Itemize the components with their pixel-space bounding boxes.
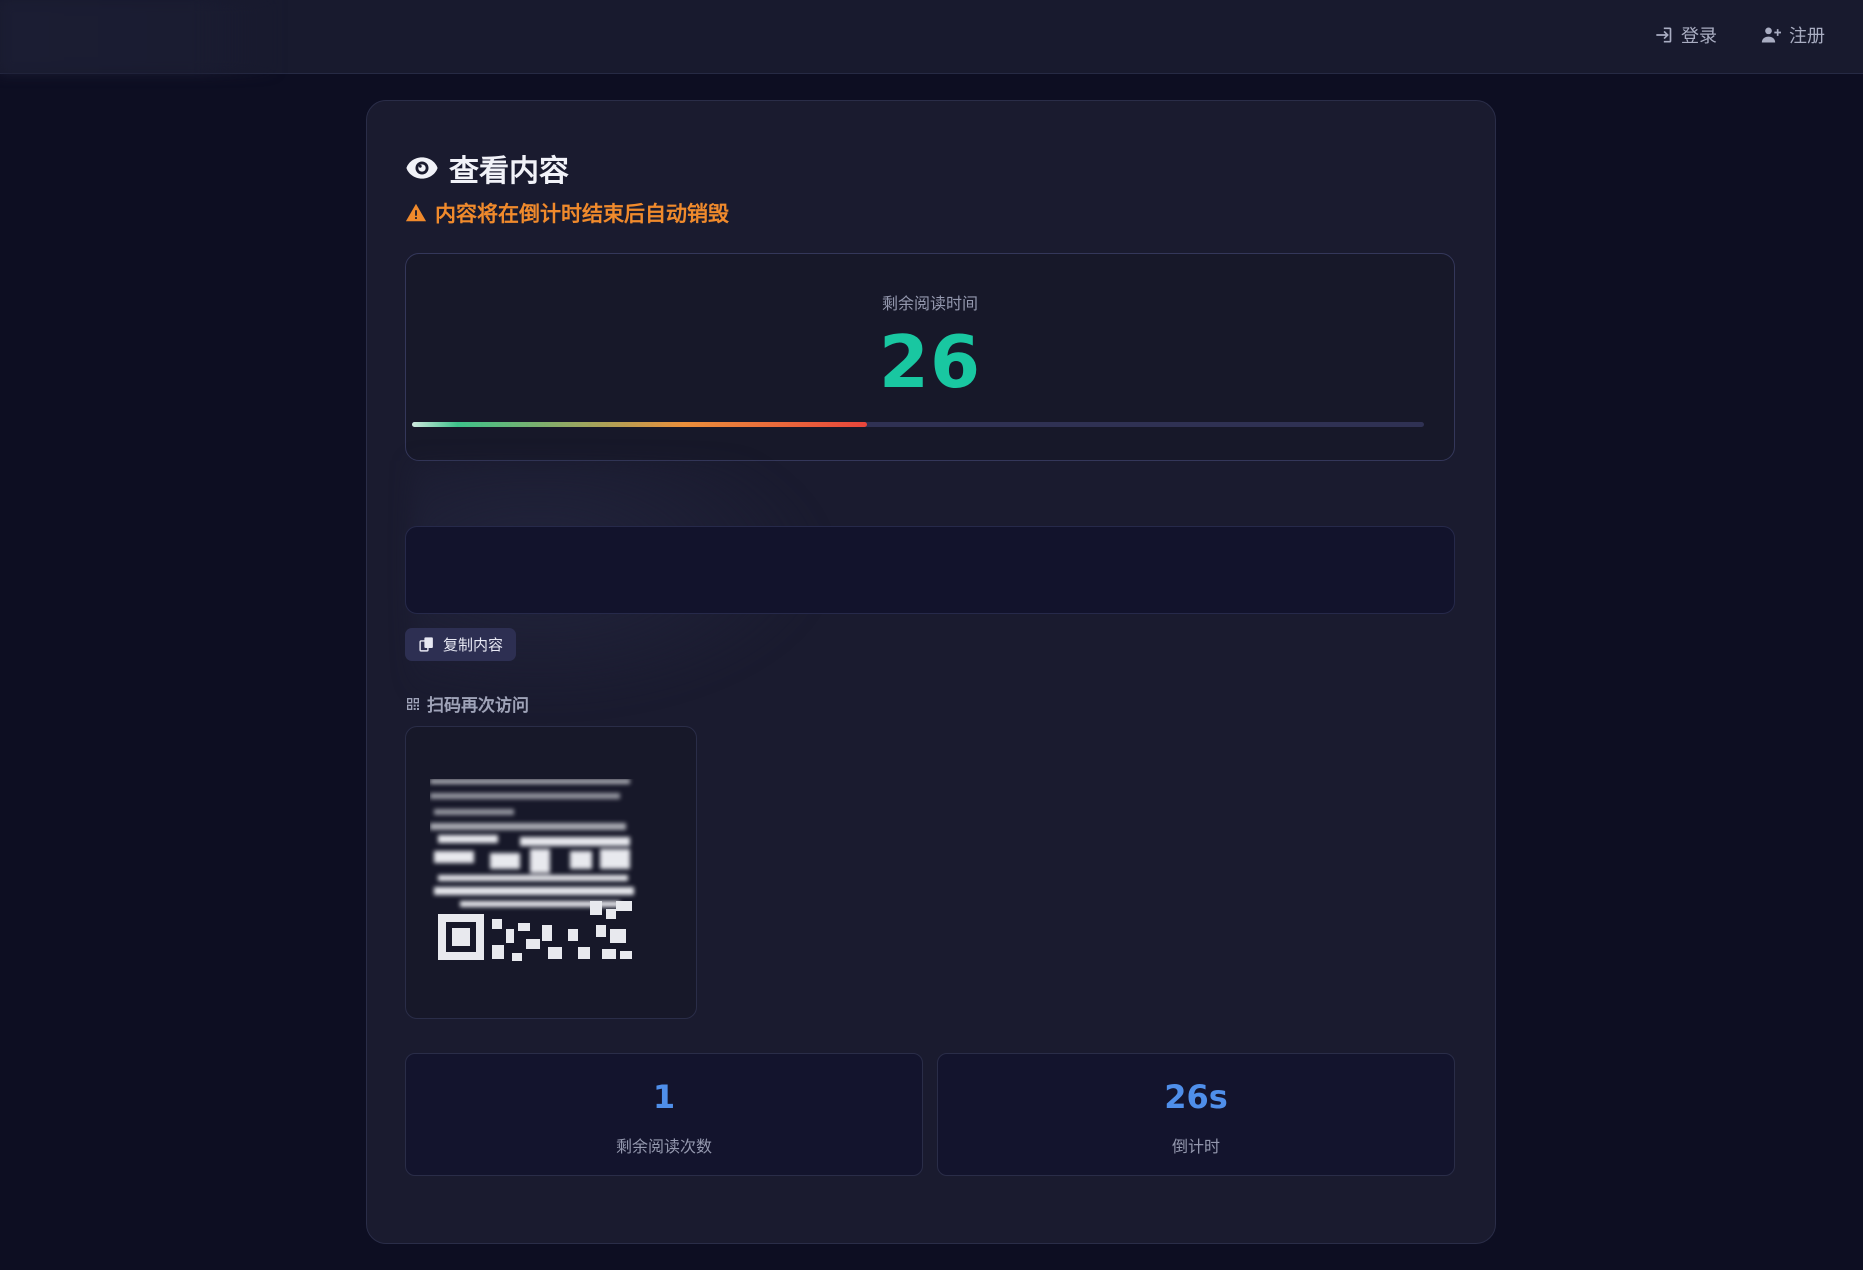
register-link[interactable]: 注册 — [1761, 22, 1825, 48]
qrcode-icon — [407, 697, 419, 710]
remaining-reads-stat: 1 剩余阅读次数 — [405, 1053, 923, 1176]
countdown-progress-track — [412, 422, 1424, 427]
copy-content-button[interactable]: 复制内容 — [405, 628, 517, 661]
page-title-text: 查看内容 — [449, 154, 569, 189]
user-plus-icon — [1761, 27, 1781, 43]
destroy-warning: 内容将在倒计时结束后自动销毁 — [405, 198, 729, 228]
page-title: 查看内容 — [405, 146, 569, 190]
countdown-value: 26 — [878, 320, 982, 404]
view-content-card: 查看内容 内容将在倒计时结束后自动销毁 剩余阅读时间 26 复制内容 扫码再次访… — [366, 100, 1496, 1244]
sign-in-icon — [1656, 27, 1672, 43]
destroy-warning-text: 内容将在倒计时结束后自动销毁 — [435, 202, 729, 226]
countdown-stat-label: 倒计时 — [1171, 1137, 1220, 1156]
remaining-reads-value: 1 — [652, 1078, 676, 1116]
copy-icon — [419, 637, 433, 652]
qr-section-label: 扫码再次访问 — [405, 691, 529, 716]
copy-content-label: 复制内容 — [443, 636, 504, 654]
countdown-progress-fill — [412, 422, 868, 427]
remaining-reads-label: 剩余阅读次数 — [615, 1137, 712, 1156]
countdown-label: 剩余阅读时间 — [881, 294, 978, 313]
warning-triangle-icon — [405, 203, 427, 222]
eye-icon — [406, 157, 438, 179]
top-navbar: 登录 注册 — [0, 0, 1863, 74]
login-link[interactable]: 登录 — [1653, 22, 1717, 48]
qr-code-image — [430, 779, 634, 961]
secret-content-box[interactable] — [405, 526, 1455, 614]
login-label: 登录 — [1681, 26, 1717, 47]
register-label: 注册 — [1789, 26, 1825, 47]
brand-logo[interactable] — [0, 0, 280, 74]
countdown-stat-value: 26s — [1164, 1078, 1228, 1116]
qr-section-label-text: 扫码再次访问 — [427, 696, 529, 716]
countdown-panel: 剩余阅读时间 26 — [405, 253, 1455, 461]
countdown-stat: 26s 倒计时 — [937, 1053, 1455, 1176]
qr-code-container — [405, 726, 697, 1019]
nav-links: 登录 注册 — [1653, 22, 1825, 48]
